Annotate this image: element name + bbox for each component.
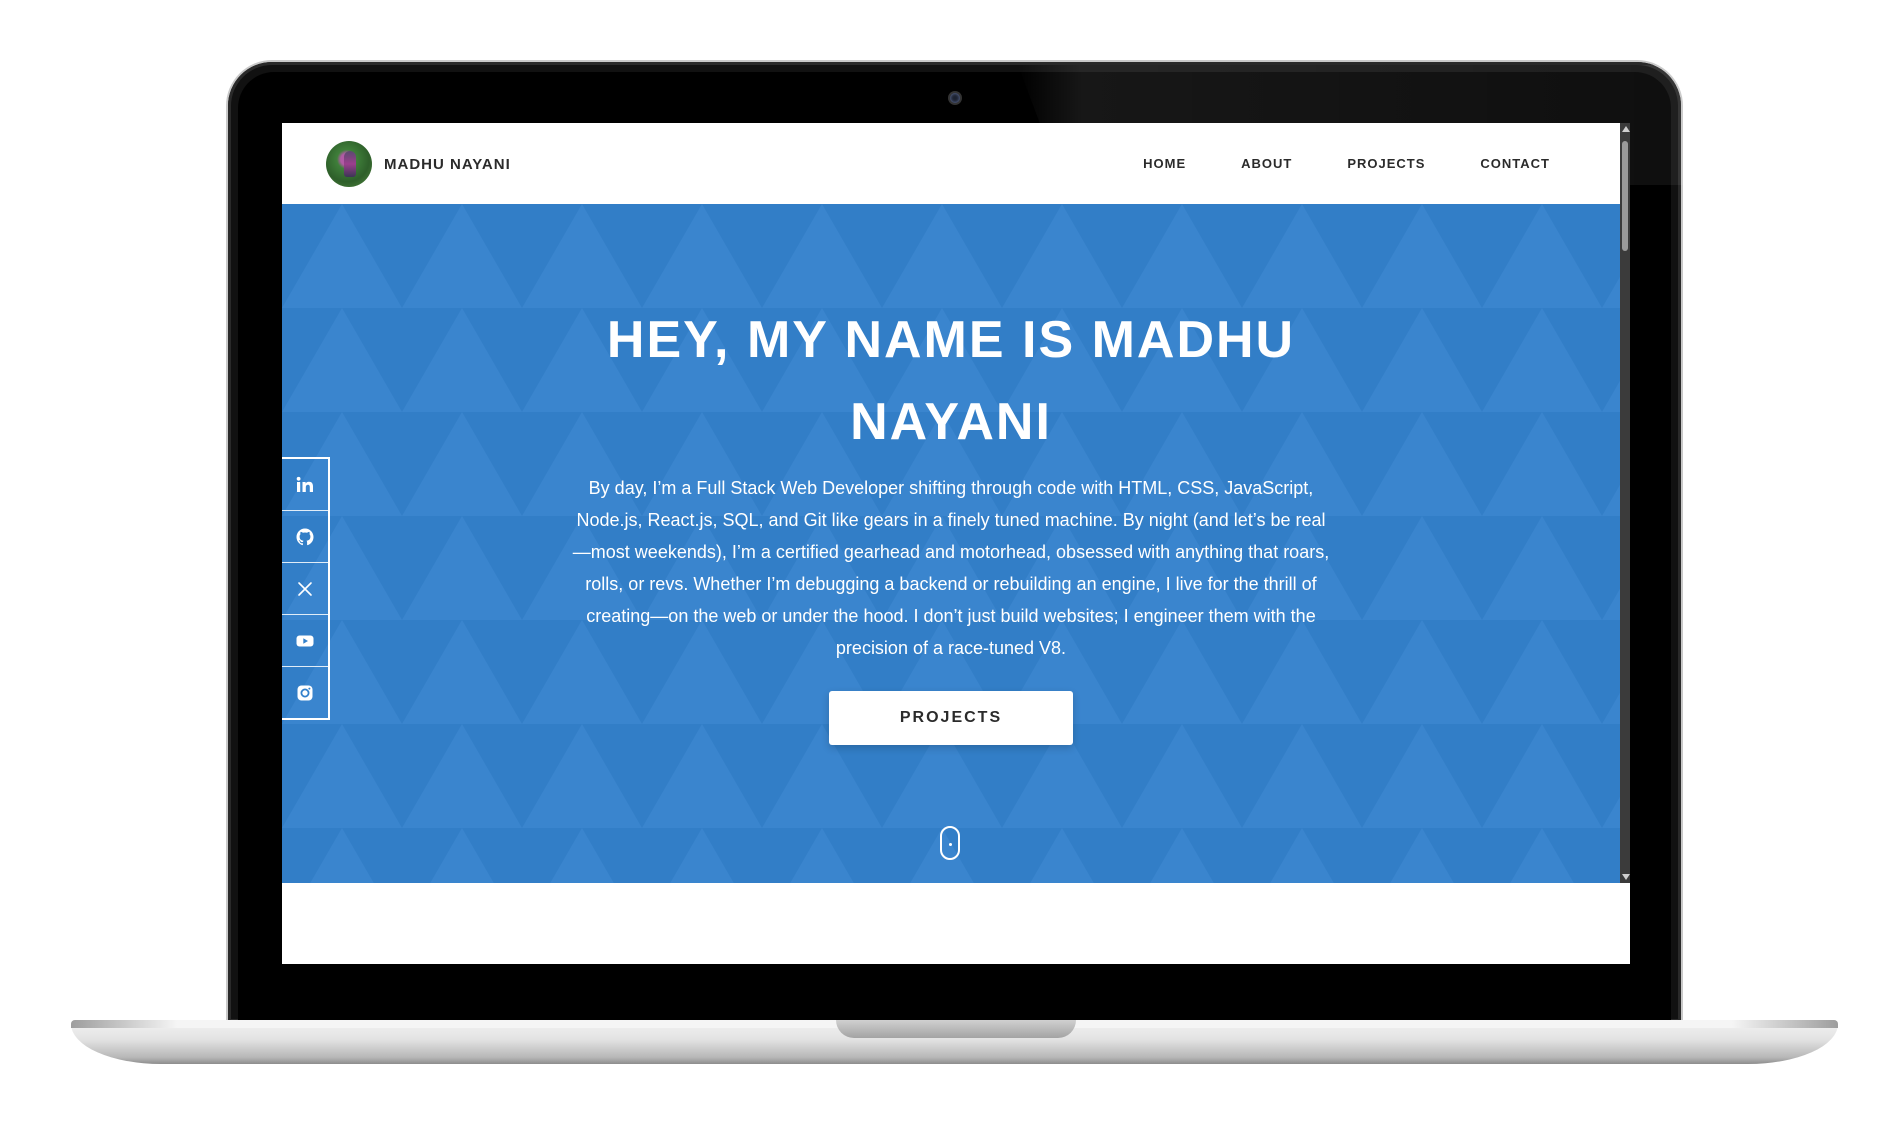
linkedin-icon — [296, 476, 313, 492]
nav-projects-link[interactable]: PROJECTS — [1347, 156, 1425, 171]
hero-description: By day, I’m a Full Stack Web Developer s… — [572, 478, 1330, 658]
scroll-down-indicator-icon[interactable] — [940, 826, 960, 860]
youtube-link[interactable] — [282, 615, 328, 667]
laptop-notch — [836, 1020, 1076, 1038]
linkedin-link[interactable] — [282, 459, 328, 511]
laptop-screen: MADHU NAYANI HOME ABOUT PROJECTS CONTACT — [282, 123, 1630, 964]
youtube-icon — [296, 635, 314, 646]
navbar: MADHU NAYANI HOME ABOUT PROJECTS CONTACT — [282, 123, 1620, 204]
avatar — [326, 141, 372, 187]
nav-home-link[interactable]: HOME — [1143, 156, 1186, 171]
github-icon — [296, 528, 314, 545]
brand-name: MADHU NAYANI — [384, 155, 511, 173]
projects-button[interactable]: PROJECTS — [829, 691, 1073, 745]
brand-link[interactable]: MADHU NAYANI — [326, 141, 511, 187]
x-twitter-icon — [298, 581, 312, 596]
scrollbar-thumb[interactable] — [1622, 141, 1628, 251]
nav-links: HOME ABOUT PROJECTS CONTACT — [1088, 123, 1550, 204]
vertical-scrollbar[interactable] — [1620, 123, 1630, 883]
nav-about-link[interactable]: ABOUT — [1241, 156, 1292, 171]
webcam-icon — [950, 93, 960, 103]
x-twitter-link[interactable] — [282, 563, 328, 615]
hero-title: HEY, MY NAME IS MADHU NAYANI — [606, 310, 1296, 451]
instagram-link[interactable] — [282, 667, 328, 718]
scroll-up-arrow-icon[interactable] — [1622, 126, 1630, 132]
hero-section: HEY, MY NAME IS MADHU NAYANI By day, I’m… — [282, 204, 1620, 883]
social-sidebar — [282, 457, 330, 720]
browser-viewport: MADHU NAYANI HOME ABOUT PROJECTS CONTACT — [282, 123, 1620, 883]
nav-contact-link[interactable]: CONTACT — [1480, 156, 1550, 171]
instagram-icon — [297, 685, 313, 700]
github-link[interactable] — [282, 511, 328, 563]
scroll-down-arrow-icon[interactable] — [1622, 874, 1630, 880]
